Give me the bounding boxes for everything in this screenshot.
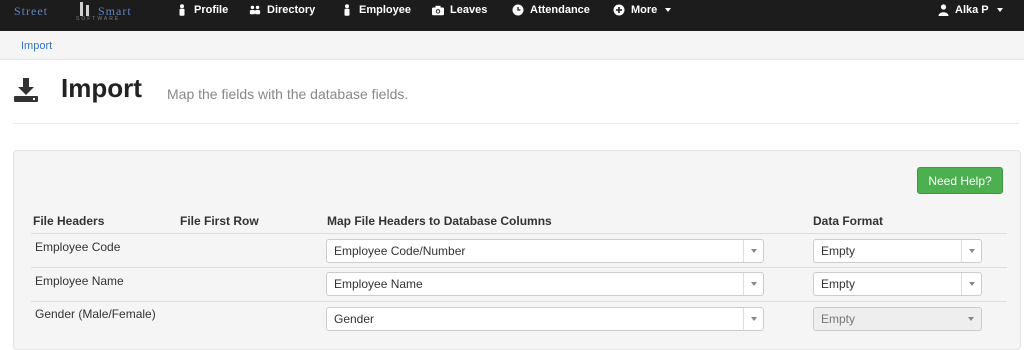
chevron-down-icon — [961, 240, 981, 262]
breadcrumb[interactable]: Import — [21, 40, 52, 52]
logo-mark — [80, 2, 83, 16]
nav-attendance[interactable]: Attendance — [512, 0, 590, 20]
person-icon — [341, 4, 353, 16]
nav-employee[interactable]: Employee — [341, 0, 411, 20]
header-data-format: Data Format — [813, 214, 884, 228]
plus-circle-icon — [613, 4, 625, 16]
nav-attendance-label: Attendance — [530, 4, 590, 16]
data-format-select: Empty — [813, 307, 982, 331]
user-menu[interactable]: Alka P — [937, 0, 1003, 20]
nav-profile-label: Profile — [194, 4, 229, 16]
nav-more[interactable]: More — [613, 0, 672, 20]
nav-directory[interactable]: Directory — [249, 0, 315, 20]
data-format-value: Empty — [821, 277, 856, 291]
user-icon — [937, 4, 949, 16]
person-icon — [176, 4, 188, 16]
row-divider — [31, 233, 1007, 234]
top-navbar: Street Smart SOFTWARE Profile Directory … — [0, 0, 1024, 31]
map-column-select[interactable]: Employee Code/Number — [326, 239, 764, 263]
nav-employee-label: Employee — [359, 4, 411, 16]
chevron-down-icon — [961, 273, 981, 295]
people-icon — [249, 4, 261, 16]
data-format-value: Empty — [821, 244, 856, 258]
header-map-columns: Map File Headers to Database Columns — [327, 214, 552, 228]
nav-directory-label: Directory — [267, 4, 316, 16]
file-header-cell: Gender (Male/Female) — [35, 307, 156, 321]
data-format-select[interactable]: Empty — [813, 239, 982, 263]
data-format-value: Empty — [821, 312, 856, 326]
download-icon — [12, 76, 40, 104]
camera-icon — [432, 4, 444, 16]
nav-profile[interactable]: Profile — [176, 0, 228, 20]
data-format-select[interactable]: Empty — [813, 272, 982, 296]
logo[interactable]: Street Smart SOFTWARE — [14, 0, 142, 22]
user-name: Alka P — [955, 4, 989, 16]
header-file-first-row: File First Row — [180, 214, 259, 228]
chevron-down-icon — [743, 273, 763, 295]
map-column-select[interactable]: Gender — [326, 307, 764, 331]
chevron-down-icon — [961, 308, 981, 330]
nav-leaves[interactable]: Leaves — [432, 0, 487, 20]
logo-subtext: SOFTWARE — [76, 16, 121, 22]
logo-text-left: Street — [14, 4, 48, 18]
breadcrumb-bar: Import — [0, 31, 1024, 60]
need-help-button[interactable]: Need Help? — [917, 167, 1003, 194]
page-subtitle: Map the fields with the database fields. — [167, 86, 409, 102]
chevron-down-icon — [665, 8, 672, 12]
file-header-cell: Employee Name — [35, 274, 124, 288]
chevron-down-icon — [996, 8, 1003, 12]
logo-mark-secondary — [86, 5, 89, 16]
clock-icon — [512, 4, 524, 16]
row-divider — [31, 301, 1007, 302]
map-column-value: Gender — [334, 312, 375, 326]
chevron-down-icon — [743, 308, 763, 330]
divider — [12, 123, 1019, 124]
nav-leaves-label: Leaves — [450, 4, 488, 16]
row-divider — [31, 267, 1007, 268]
page-title: Import — [61, 73, 142, 103]
nav-more-label: More — [631, 4, 658, 16]
chevron-down-icon — [743, 240, 763, 262]
file-header-cell: Employee Code — [35, 240, 121, 254]
map-column-value: Employee Name — [334, 277, 423, 291]
header-file-headers: File Headers — [33, 214, 105, 228]
map-column-select[interactable]: Employee Name — [326, 272, 764, 296]
map-column-value: Employee Code/Number — [334, 244, 466, 258]
